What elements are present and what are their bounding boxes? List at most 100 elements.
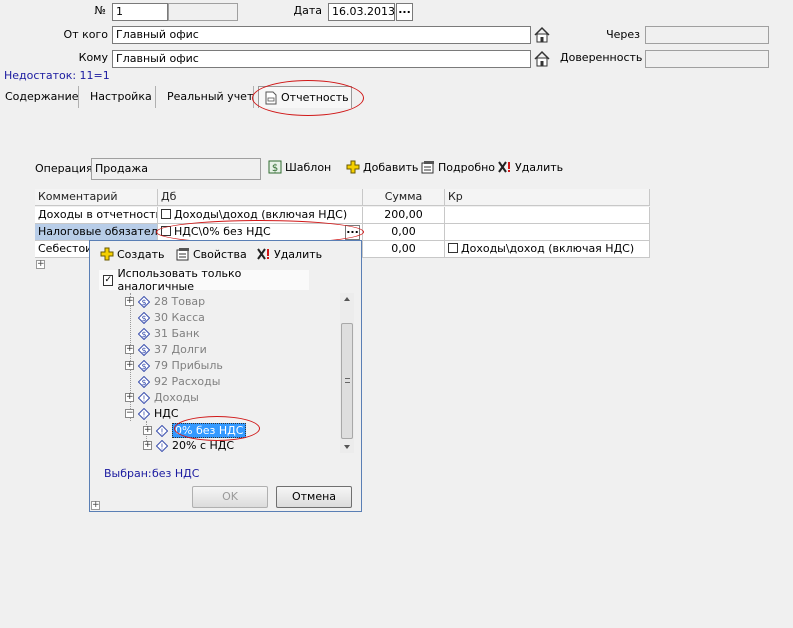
db-checkbox[interactable] (161, 226, 171, 236)
from-home-icon[interactable] (533, 26, 551, 44)
report-doc-icon (265, 91, 277, 104)
svg-text:$: $ (141, 298, 146, 307)
table-row[interactable]: Налоговые обязатель НДС\0% без НДС 0,00 (35, 224, 650, 241)
delete-button[interactable]: Удалить (498, 160, 563, 174)
number-label: № (94, 4, 106, 17)
table-row[interactable]: Доходы в отчетность Доходы\доход (включа… (35, 207, 650, 224)
tree-item[interactable]: $31 Банк (138, 327, 200, 340)
number-field[interactable]: 1 (112, 3, 168, 21)
popup-delete-button[interactable]: Удалить (257, 247, 322, 261)
account-tree: + $28 Товар $30 Касса $31 Банк + $37 Долги… (100, 293, 355, 455)
kr-checkbox[interactable] (448, 243, 458, 253)
scroll-thumb[interactable] (341, 323, 353, 439)
cell-comment[interactable]: Налоговые обязатель (35, 224, 158, 241)
tab-reporting[interactable]: Отчетность (258, 86, 352, 108)
date-field[interactable]: 16.03.2013 (328, 3, 395, 21)
header-sum[interactable]: Сумма (363, 189, 445, 206)
svg-text:$: $ (141, 330, 146, 339)
scroll-up-arrow-icon[interactable] (344, 297, 350, 301)
plus-icon (346, 160, 360, 174)
from-field[interactable]: Главный офис (112, 26, 531, 44)
expand-icon[interactable]: + (125, 297, 134, 306)
tab-separator (78, 86, 79, 108)
tree-item[interactable]: + $79 Прибыль (125, 359, 223, 372)
header-db[interactable]: Дб (158, 189, 363, 206)
tree-item[interactable]: $92 Расходы (138, 375, 220, 388)
template-button[interactable]: $ Шаблон (268, 160, 331, 174)
tree-item[interactable]: $30 Касса (138, 311, 205, 324)
selected-value: без НДС (152, 467, 200, 480)
tab-content[interactable]: Содержание (5, 90, 79, 103)
expand-icon[interactable]: + (143, 441, 152, 450)
tree-scrollbar[interactable] (340, 293, 354, 453)
to-field[interactable]: Главный офис (112, 50, 531, 68)
tab-settings[interactable]: Настройка (90, 90, 152, 103)
proxy-field (645, 50, 769, 68)
svg-text:$: $ (272, 163, 278, 174)
details-button[interactable]: Подробно (421, 160, 495, 174)
db-checkbox[interactable] (161, 209, 171, 219)
cancel-button[interactable]: Отмена (276, 486, 352, 508)
selected-label: Выбран: (104, 467, 152, 480)
tab-real-accounting[interactable]: Реальный учет (167, 90, 253, 103)
expand-icon[interactable]: + (125, 393, 134, 402)
collapse-icon[interactable]: − (125, 409, 134, 418)
to-label: Кому (78, 51, 108, 64)
scroll-down-arrow-icon[interactable] (344, 445, 350, 449)
operation-field[interactable]: Продажа (91, 158, 261, 180)
account-picker-button[interactable]: ... (345, 224, 360, 240)
tree-item[interactable]: +! 20% с НДС (143, 439, 234, 452)
cell-sum[interactable]: 0,00 (363, 241, 445, 258)
tree-item[interactable]: +! Доходы (125, 391, 199, 404)
grid-add-row-icon[interactable]: + (36, 260, 45, 269)
delete-x-icon (498, 161, 510, 173)
date-picker-button[interactable]: ... (396, 3, 413, 21)
cell-comment[interactable]: Доходы в отчетность (35, 207, 158, 224)
account-diamond-icon: $ (138, 311, 150, 324)
only-similar-checkbox[interactable]: ✓ (103, 274, 114, 286)
delete-x-icon (257, 248, 269, 260)
cell-sum[interactable]: 0,00 (363, 224, 445, 241)
only-similar-option[interactable]: ✓ Использовать только аналогичные (99, 267, 309, 293)
cell-sum[interactable]: 200,00 (363, 207, 445, 224)
account-diamond-icon: $ (138, 343, 150, 356)
account-diamond-icon: $ (138, 327, 150, 340)
cell-db[interactable]: Доходы\доход (включая НДС) (158, 207, 363, 224)
svg-text:!: ! (160, 427, 163, 436)
tab-separator (253, 86, 254, 108)
scroll-grip-icon (345, 378, 350, 383)
svg-text:!: ! (160, 442, 163, 451)
popup-properties-button[interactable]: Свойства (176, 247, 247, 261)
expand-icon[interactable]: + (125, 345, 134, 354)
svg-text:$: $ (141, 314, 146, 323)
tree-item[interactable]: −! НДС (125, 407, 179, 420)
account-diamond-icon: $ (138, 375, 150, 388)
to-home-icon[interactable] (533, 50, 551, 68)
account-diamond-icon: ! (138, 407, 150, 420)
account-diamond-icon: $ (138, 295, 150, 308)
expand-icon[interactable]: + (125, 361, 134, 370)
tab-separator (155, 86, 156, 108)
date-label: Дата (293, 4, 322, 17)
cell-db[interactable]: НДС\0% без НДС (158, 224, 363, 241)
shortage-status: Недостаток: 11=1 (4, 69, 110, 82)
tree-item[interactable]: + $37 Долги (125, 343, 207, 356)
account-diamond-icon: ! (138, 391, 150, 404)
add-button[interactable]: Добавить (346, 160, 418, 174)
cell-kr[interactable] (445, 224, 650, 241)
properties-icon (176, 248, 189, 261)
ok-button[interactable]: OK (192, 486, 268, 508)
number-field-extra (168, 3, 238, 21)
header-kr[interactable]: Кр (445, 189, 650, 206)
from-label: От кого (63, 28, 108, 41)
cell-kr[interactable] (445, 207, 650, 224)
popup-resize-icon[interactable]: + (91, 501, 100, 510)
tree-item[interactable]: + $28 Товар (125, 295, 205, 308)
template-icon: $ (268, 160, 282, 174)
popup-create-button[interactable]: Создать (100, 247, 165, 261)
via-label: Через (606, 28, 640, 41)
tree-item-selected[interactable]: +! 0% без НДС (143, 423, 247, 438)
expand-icon[interactable]: + (143, 426, 152, 435)
cell-kr[interactable]: Доходы\доход (включая НДС) (445, 241, 650, 258)
header-comment[interactable]: Комментарий (35, 189, 158, 206)
